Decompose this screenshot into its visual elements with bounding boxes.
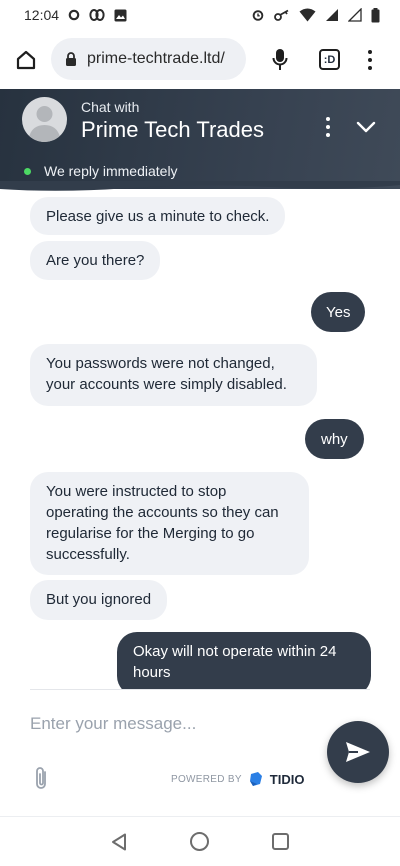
avatar bbox=[22, 97, 67, 142]
reply-status: We reply immediately bbox=[44, 163, 178, 179]
send-icon bbox=[346, 742, 370, 762]
message-user: why bbox=[305, 419, 364, 459]
message-input[interactable] bbox=[30, 710, 300, 738]
system-nav-bar bbox=[0, 816, 400, 866]
browser-menu-button[interactable] bbox=[360, 46, 380, 74]
url-text: prime-techtrade.ltd/ bbox=[87, 50, 225, 67]
home-icon bbox=[16, 50, 36, 70]
signal-icon bbox=[325, 8, 339, 22]
lock-icon bbox=[66, 51, 76, 66]
message-agent: But you ignored bbox=[30, 580, 168, 620]
message-agent: You passwords were not changed, your acc… bbox=[30, 344, 317, 406]
message-list[interactable]: Please give us a minute to check. Are yo… bbox=[0, 189, 400, 689]
more-vertical-icon bbox=[368, 50, 372, 54]
powered-by-label: POWERED BY bbox=[171, 773, 242, 785]
message-agent: Are you there? bbox=[30, 241, 161, 280]
powered-by-tidio[interactable]: POWERED BY TIDIO bbox=[171, 771, 304, 787]
link-icon bbox=[89, 8, 105, 22]
voice-search-button[interactable] bbox=[268, 46, 292, 74]
status-time: 12:04 bbox=[24, 7, 60, 23]
tabs-button[interactable]: :D bbox=[319, 49, 340, 70]
back-icon bbox=[112, 833, 126, 851]
browser-toolbar: prime-techtrade.ltd/ :D bbox=[0, 36, 400, 84]
nav-back-button[interactable] bbox=[111, 833, 127, 856]
composer-divider bbox=[30, 689, 370, 690]
online-status-dot bbox=[24, 168, 31, 175]
battery-icon bbox=[371, 7, 380, 23]
message-user: Okay will not operate within 24 hours bbox=[117, 632, 371, 689]
paperclip-icon bbox=[36, 767, 46, 789]
mic-icon bbox=[272, 49, 288, 70]
image-icon bbox=[114, 9, 127, 22]
key-icon bbox=[274, 9, 290, 21]
message-user: Yes bbox=[311, 292, 366, 332]
message-agent: You were instructed to stop operating th… bbox=[30, 472, 309, 575]
tidio-logo-icon bbox=[249, 772, 262, 786]
nav-home-button[interactable] bbox=[190, 832, 209, 851]
signal-roaming-icon bbox=[348, 8, 362, 22]
send-button[interactable] bbox=[327, 721, 389, 783]
chevron-down-icon bbox=[356, 121, 376, 133]
chat-header: Chat with Prime Tech Trades We reply imm… bbox=[0, 89, 400, 189]
status-bar: 12:04 bbox=[0, 0, 400, 30]
wifi-icon bbox=[299, 8, 316, 22]
more-vertical-icon bbox=[326, 117, 330, 121]
chat-subtitle: Chat with bbox=[81, 99, 140, 115]
screen: 12:04 prime-techtrade.ltd/:D Chat with … bbox=[0, 0, 400, 866]
home-button[interactable] bbox=[13, 47, 39, 73]
minimize-chat-button[interactable] bbox=[354, 117, 378, 137]
chat-title: Prime Tech Trades bbox=[81, 117, 265, 142]
chat-options-button[interactable] bbox=[320, 115, 336, 139]
alarm-icon bbox=[251, 8, 265, 22]
address-bar[interactable]: prime-techtrade.ltd/ bbox=[51, 38, 246, 80]
attach-button[interactable] bbox=[32, 766, 52, 792]
message-agent: Please give us a minute to check. bbox=[30, 197, 286, 235]
tidio-brand: TIDIO bbox=[269, 771, 305, 787]
sync-icon bbox=[68, 9, 80, 21]
nav-recents-button[interactable] bbox=[272, 833, 289, 850]
